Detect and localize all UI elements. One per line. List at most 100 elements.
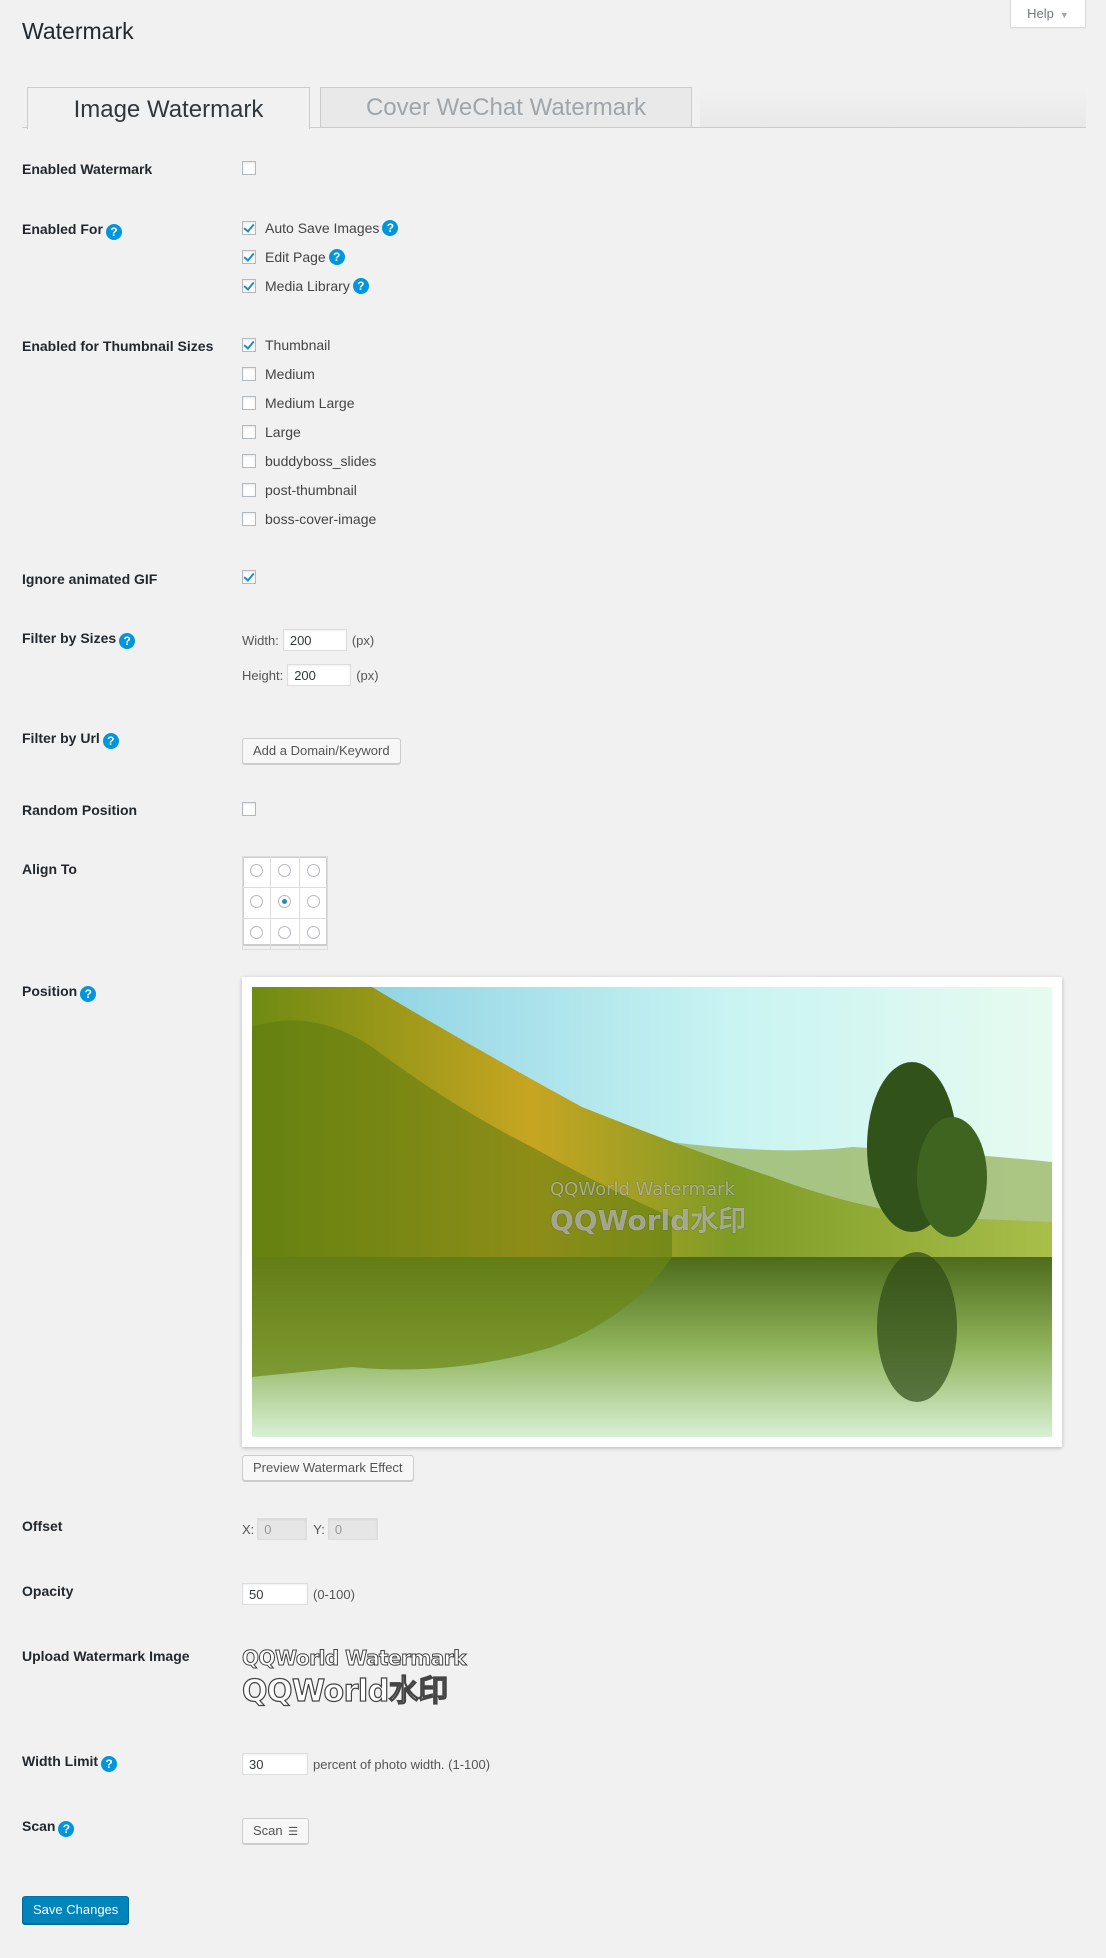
auto-save-images-label: Auto Save Images xyxy=(265,220,380,236)
enabled-for-edit-page[interactable]: Edit Page? xyxy=(242,249,345,265)
help-label: Help xyxy=(1027,6,1054,21)
size-large[interactable]: Large xyxy=(242,424,301,440)
enabled-for-auto-save[interactable]: Auto Save Images? xyxy=(242,220,399,236)
media-library-label: Media Library xyxy=(265,278,350,294)
filter-sizes-label: Filter by Sizes? xyxy=(22,630,136,649)
random-position-checkbox[interactable] xyxy=(242,802,256,816)
buddyboss-slides-size-label: buddyboss_slides xyxy=(265,453,377,469)
width-limit-text: Width Limit xyxy=(22,1753,99,1769)
help-icon[interactable]: ? xyxy=(328,249,345,265)
align-middle-center-radio[interactable] xyxy=(278,895,292,908)
help-icon[interactable]: ? xyxy=(382,220,399,236)
enabled-for-text: Enabled For xyxy=(22,221,103,237)
align-grid xyxy=(241,856,329,950)
post-thumbnail-checkbox[interactable] xyxy=(242,483,256,497)
width-label: Width: xyxy=(242,632,279,648)
width-limit-input[interactable] xyxy=(242,1753,308,1775)
width-limit-hint: percent of photo width. (1-100) xyxy=(313,1756,491,1772)
opacity-input[interactable] xyxy=(242,1583,308,1605)
auto-save-images-checkbox[interactable] xyxy=(242,221,256,235)
align-middle-left-radio[interactable] xyxy=(250,895,264,908)
preview-landscape-image: QQWorld Watermark QQWorld水印 xyxy=(252,987,1052,1437)
medium-size-label: Medium xyxy=(265,366,315,382)
help-icon[interactable]: ? xyxy=(105,224,122,240)
align-top-left-radio[interactable] xyxy=(250,864,264,877)
width-row: Width: (px) xyxy=(242,629,374,651)
enabled-for-label: Enabled For? xyxy=(22,221,122,240)
upload-watermark-line2: QQWorld水印 xyxy=(241,1673,448,1709)
ignore-gif-row xyxy=(242,570,265,584)
boss-cover-image-size-label: boss-cover-image xyxy=(265,511,377,527)
page-title: Watermark xyxy=(22,18,134,44)
align-bottom-right-radio[interactable] xyxy=(306,926,320,939)
upload-watermark-label: Upload Watermark Image xyxy=(22,1648,190,1664)
menu-lines-icon: ☰ xyxy=(288,1826,299,1838)
buddyboss-slides-checkbox[interactable] xyxy=(242,454,256,468)
size-post-thumbnail[interactable]: post-thumbnail xyxy=(242,482,357,498)
thumbnail-checkbox[interactable] xyxy=(242,338,256,352)
tab-image-watermark[interactable]: Image Watermark xyxy=(27,87,310,129)
align-bottom-left-radio[interactable] xyxy=(250,926,264,939)
post-thumbnail-size-label: post-thumbnail xyxy=(265,482,357,498)
offset-x-label: X: xyxy=(242,1521,255,1537)
height-label: Height: xyxy=(242,667,284,683)
size-boss-cover-image[interactable]: boss-cover-image xyxy=(242,511,376,527)
random-position-row xyxy=(242,802,265,816)
offset-x-input[interactable] xyxy=(257,1518,308,1540)
align-bottom-center-radio[interactable] xyxy=(278,926,292,939)
edit-page-checkbox[interactable] xyxy=(242,250,256,264)
enabled-watermark-row xyxy=(242,161,265,175)
help-tab-button[interactable]: Help ▼ xyxy=(1010,0,1086,28)
size-thumbnail[interactable]: Thumbnail xyxy=(242,337,330,353)
large-size-label: Large xyxy=(265,424,301,440)
ignore-gif-checkbox[interactable] xyxy=(242,570,256,584)
height-row: Height: (px) xyxy=(242,664,379,686)
preview-watermark-effect-button[interactable]: Preview Watermark Effect xyxy=(242,1455,414,1481)
offset-y-input[interactable] xyxy=(327,1518,378,1540)
filter-url-text: Filter by Url xyxy=(22,730,100,746)
caret-down-icon: ▼ xyxy=(1059,10,1069,20)
large-checkbox[interactable] xyxy=(242,425,256,439)
edit-page-label: Edit Page xyxy=(265,249,326,265)
scan-text: Scan xyxy=(22,1818,56,1834)
width-limit-row: percent of photo width. (1-100) xyxy=(242,1753,490,1775)
enabled-watermark-label: Enabled Watermark xyxy=(22,161,153,177)
width-unit: (px) xyxy=(351,632,375,648)
size-buddyboss-slides[interactable]: buddyboss_slides xyxy=(242,453,376,469)
size-medium[interactable]: Medium xyxy=(242,366,315,382)
align-top-center-radio[interactable] xyxy=(278,864,292,877)
ignore-gif-label: Ignore animated GIF xyxy=(22,571,158,587)
opacity-hint: (0-100) xyxy=(313,1586,355,1602)
width-input[interactable] xyxy=(282,629,347,651)
preview-watermark-line1: QQWorld Watermark xyxy=(550,1179,735,1200)
boss-cover-image-checkbox[interactable] xyxy=(242,512,256,526)
height-input[interactable] xyxy=(287,664,352,686)
media-library-checkbox[interactable] xyxy=(242,279,256,293)
thumbnail-sizes-label: Enabled for Thumbnail Sizes xyxy=(22,338,214,354)
help-icon[interactable]: ? xyxy=(80,986,97,1002)
help-icon[interactable]: ? xyxy=(102,733,119,749)
help-icon[interactable]: ? xyxy=(58,1821,75,1837)
preview-watermark-line2: QQWorld水印 xyxy=(550,1204,747,1237)
tab-cover-wechat-watermark[interactable]: Cover WeChat Watermark xyxy=(320,87,692,127)
position-text: Position xyxy=(22,983,78,999)
upload-watermark-image[interactable]: QQWorld Watermark QQWorld水印 xyxy=(241,1646,467,1710)
width-limit-label: Width Limit? xyxy=(22,1753,118,1772)
medium-large-checkbox[interactable] xyxy=(242,396,256,410)
enabled-watermark-checkbox[interactable] xyxy=(242,161,256,175)
offset-y-label: Y: xyxy=(313,1521,325,1537)
filter-url-label: Filter by Url? xyxy=(22,730,119,749)
help-icon[interactable]: ? xyxy=(352,278,369,294)
align-middle-right-radio[interactable] xyxy=(306,895,320,908)
align-top-right-radio[interactable] xyxy=(306,864,320,877)
add-domain-keyword-button[interactable]: Add a Domain/Keyword xyxy=(242,738,401,764)
help-icon[interactable]: ? xyxy=(101,1756,118,1772)
offset-label: Offset xyxy=(22,1518,63,1534)
medium-checkbox[interactable] xyxy=(242,367,256,381)
size-medium-large[interactable]: Medium Large xyxy=(242,395,355,411)
scan-button[interactable]: Scan ☰ xyxy=(242,1818,310,1844)
save-changes-button[interactable]: Save Changes xyxy=(22,1896,130,1924)
help-icon[interactable]: ? xyxy=(119,633,136,649)
offset-row: X: Y: xyxy=(242,1518,378,1540)
enabled-for-media-library[interactable]: Media Library? xyxy=(242,278,369,294)
